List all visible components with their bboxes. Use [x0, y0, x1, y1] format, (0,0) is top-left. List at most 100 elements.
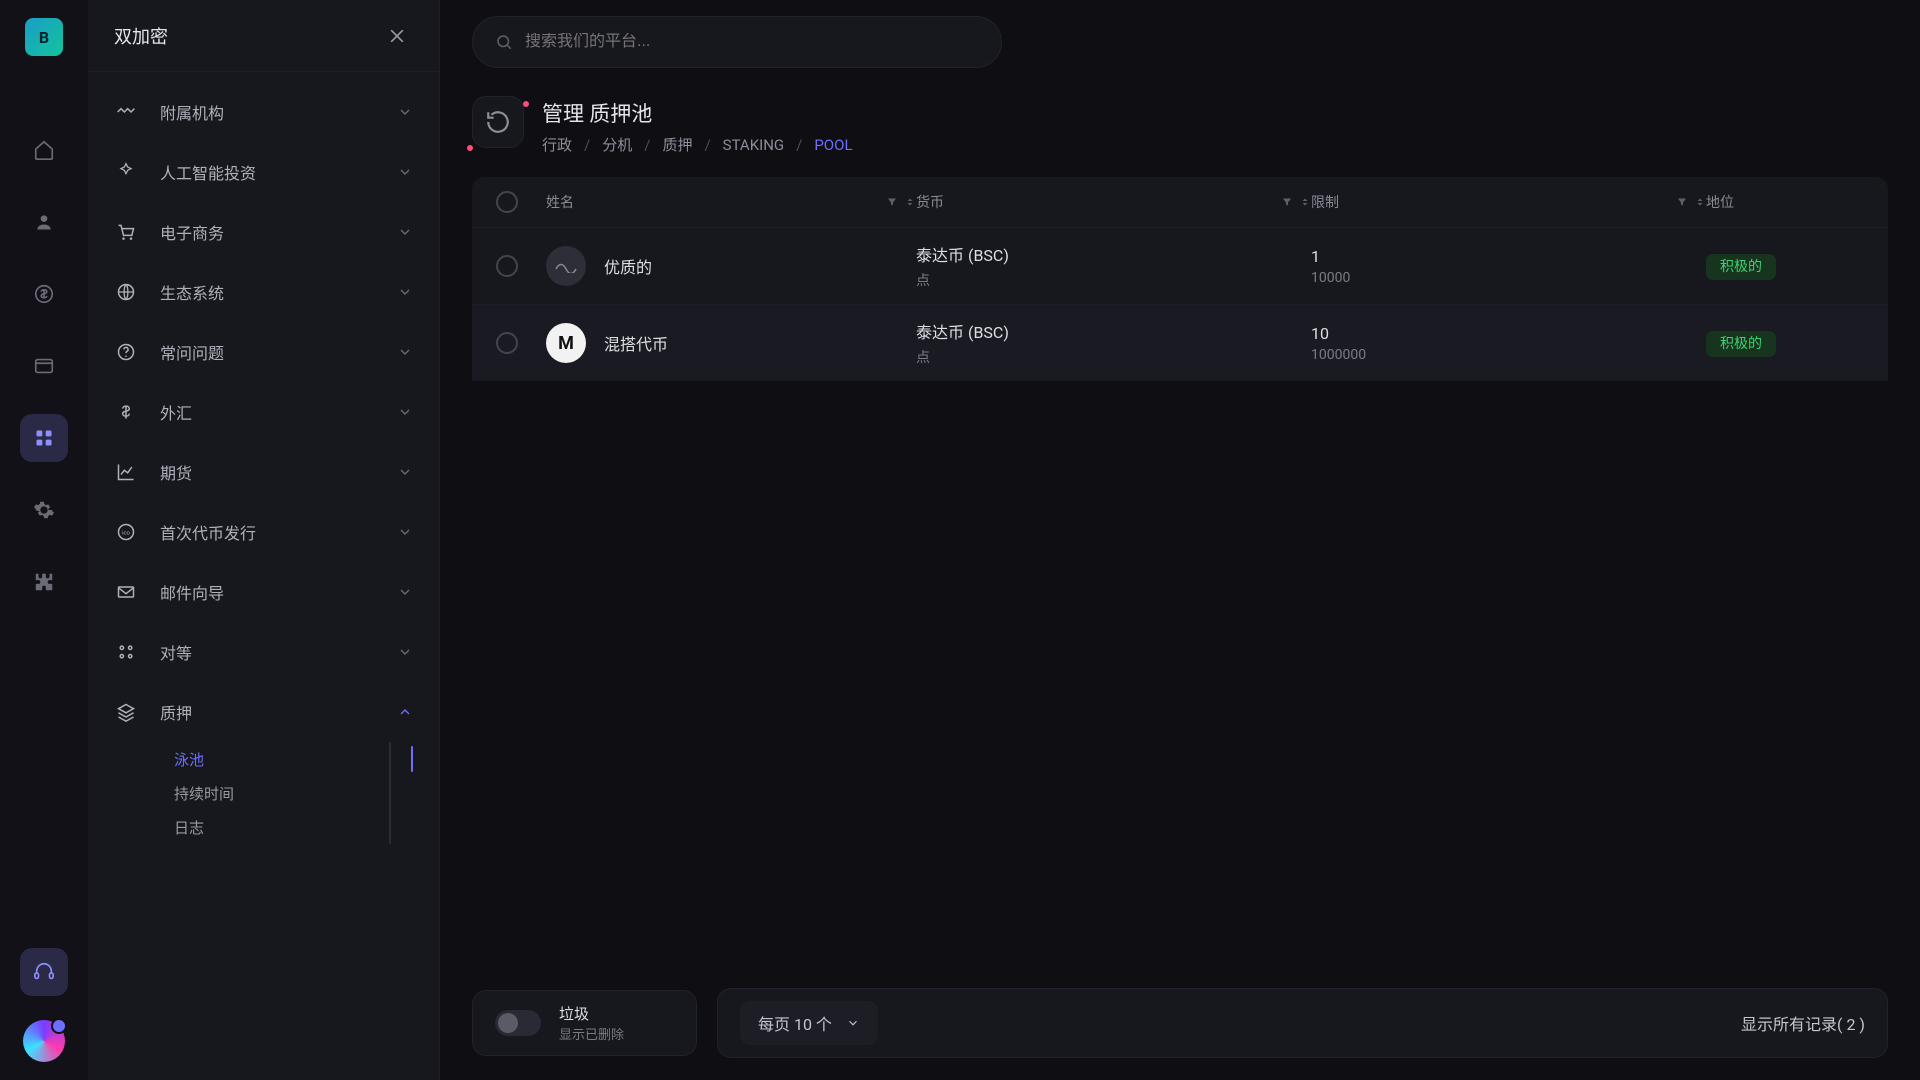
breadcrumb-item[interactable]: POOL: [814, 136, 852, 154]
coin-icon: [546, 246, 586, 286]
row-currency-sub: 点: [916, 270, 1311, 290]
sidebar-item-5[interactable]: 外汇: [88, 382, 439, 442]
filter-icon[interactable]: [1281, 196, 1293, 208]
page-title: 管理 质押池: [542, 98, 853, 128]
app-logo[interactable]: B: [25, 18, 63, 56]
rail-item-apps[interactable]: [20, 414, 68, 462]
select-all-checkbox[interactable]: [496, 191, 518, 213]
records-count: 显示所有记录( 2 ): [1741, 1011, 1865, 1035]
chevron-down-icon: [846, 1016, 860, 1030]
page-icon: [472, 96, 524, 148]
sort-icon[interactable]: [1299, 196, 1311, 208]
breadcrumb-item[interactable]: 分机: [602, 134, 632, 155]
sidebar-item-1[interactable]: 人工智能投资: [88, 142, 439, 202]
row-limit-min: 10: [1311, 324, 1706, 343]
layers-icon: [114, 700, 138, 724]
chevron-icon: [397, 284, 413, 300]
rail-item-money[interactable]: [20, 270, 68, 318]
sidebar-item-10[interactable]: 质押: [88, 682, 439, 742]
grid4-icon: [114, 640, 138, 664]
trash-toggle[interactable]: [495, 1010, 541, 1036]
breadcrumb-separator: /: [704, 136, 710, 154]
status-badge: 积极的: [1706, 331, 1776, 357]
close-icon: [387, 26, 407, 46]
trash-subtitle: 显示已删除: [559, 1024, 624, 1043]
table-row[interactable]: M混搭代币泰达币 (BSC)点101000000积极的: [472, 304, 1888, 381]
per-page-select[interactable]: 每页 10 个: [740, 1001, 878, 1045]
chip-icon: [114, 160, 138, 184]
sidebar-item-8[interactable]: 邮件向导: [88, 562, 439, 622]
row-limit-max: 1000000: [1311, 347, 1706, 363]
money-circle-icon: [33, 283, 55, 305]
sidebar-item-label: 附属机构: [160, 100, 397, 124]
chevron-icon: [397, 224, 413, 240]
rail-item-home[interactable]: [20, 126, 68, 174]
column-name-header[interactable]: 姓名: [546, 192, 574, 212]
sidebar-item-9[interactable]: 对等: [88, 622, 439, 682]
sidebar-item-3[interactable]: 生态系统: [88, 262, 439, 322]
sidebar-item-2[interactable]: 电子商务: [88, 202, 439, 262]
row-checkbox[interactable]: [496, 332, 518, 354]
sidebar-item-label: 生态系统: [160, 280, 397, 304]
chevron-icon: [397, 164, 413, 180]
ico-icon: ico: [114, 520, 138, 544]
sidebar-subitem-2[interactable]: 日志: [114, 810, 389, 844]
breadcrumb-separator: /: [796, 136, 802, 154]
rail-item-user[interactable]: [20, 198, 68, 246]
breadcrumb: 行政 / 分机 / 质押 / STAKING / POOL: [542, 134, 853, 155]
chevron-icon: [397, 104, 413, 120]
breadcrumb-item[interactable]: STAKING: [723, 136, 784, 154]
sidebar-subitem-1[interactable]: 持续时间: [114, 776, 389, 810]
sidebar-item-label: 邮件向导: [160, 580, 397, 604]
row-name: 混搭代币: [604, 331, 668, 355]
coin-icon: M: [546, 323, 586, 363]
chevron-icon: [397, 344, 413, 360]
avatar[interactable]: [23, 1020, 65, 1062]
user-icon: [34, 212, 54, 232]
chevron-icon: [397, 464, 413, 480]
search-input-wrap[interactable]: [472, 16, 1002, 68]
home-icon: [33, 139, 55, 161]
breadcrumb-item[interactable]: 质押: [662, 134, 692, 155]
column-status-header[interactable]: 地位: [1706, 192, 1734, 212]
headset-icon: [33, 961, 55, 983]
close-sidebar-button[interactable]: [381, 20, 413, 52]
sidebar-item-label: 人工智能投资: [160, 160, 397, 184]
sidebar-item-7[interactable]: ico首次代币发行: [88, 502, 439, 562]
breadcrumb-separator: /: [584, 136, 590, 154]
rail-item-puzzle[interactable]: [20, 558, 68, 606]
row-checkbox[interactable]: [496, 255, 518, 277]
sidebar-item-0[interactable]: 附属机构: [88, 82, 439, 142]
row-name: 优质的: [604, 254, 652, 278]
search-icon: [495, 33, 513, 51]
handshake-icon: [114, 100, 138, 124]
chevron-icon: [397, 404, 413, 420]
sidebar-item-4[interactable]: 常问问题: [88, 322, 439, 382]
sidebar-item-label: 对等: [160, 640, 397, 664]
breadcrumb-item[interactable]: 行政: [542, 134, 572, 155]
search-input[interactable]: [525, 33, 979, 51]
chevron-icon: [397, 584, 413, 600]
gear-icon: [33, 499, 55, 521]
filter-icon[interactable]: [886, 196, 898, 208]
sidebar-item-label: 质押: [160, 700, 397, 724]
table-row[interactable]: 优质的泰达币 (BSC)点110000积极的: [472, 227, 1888, 304]
sort-icon[interactable]: [904, 196, 916, 208]
per-page-label: 每页 10 个: [758, 1011, 832, 1035]
sidebar-item-label: 外汇: [160, 400, 397, 424]
rail-item-support[interactable]: [20, 948, 68, 996]
chevron-icon: [397, 524, 413, 540]
mail-icon: [114, 580, 138, 604]
globe-icon: [114, 280, 138, 304]
svg-text:ico: ico: [122, 531, 130, 537]
sidebar-subitem-0[interactable]: 泳池: [114, 742, 389, 776]
breadcrumb-separator: /: [644, 136, 650, 154]
column-limit-header[interactable]: 限制: [1311, 192, 1339, 212]
rail-item-window[interactable]: [20, 342, 68, 390]
rail-item-settings[interactable]: [20, 486, 68, 534]
sidebar-item-6[interactable]: 期货: [88, 442, 439, 502]
dollar-icon: [114, 400, 138, 424]
filter-icon[interactable]: [1676, 196, 1688, 208]
column-currency-header[interactable]: 货币: [916, 192, 944, 212]
sort-icon[interactable]: [1694, 196, 1706, 208]
